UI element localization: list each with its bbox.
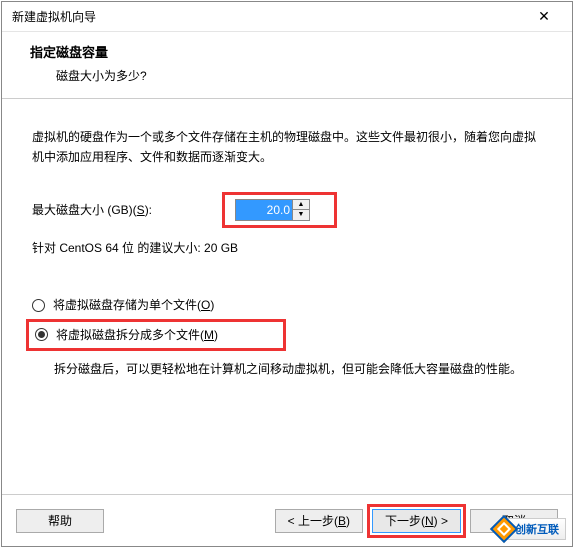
wizard-content: 虚拟机的硬盘作为一个或多个文件存储在主机的物理磁盘中。这些文件最初很小，随着您向…	[2, 99, 572, 494]
close-button[interactable]: ✕	[524, 3, 564, 31]
radio-dot-icon	[38, 331, 45, 338]
next-button[interactable]: 下一步(N) >	[372, 509, 461, 533]
header-subtitle: 磁盘大小为多少?	[30, 67, 552, 84]
wizard-header: 指定磁盘容量 磁盘大小为多少?	[2, 32, 572, 99]
disk-storage-options: 将虚拟磁盘存储为单个文件(O) 将虚拟磁盘拆分成多个文件(M)	[32, 292, 542, 351]
help-button[interactable]: 帮助	[16, 509, 104, 533]
wizard-window: 新建虚拟机向导 ✕ 指定磁盘容量 磁盘大小为多少? 虚拟机的硬盘作为一个或多个文…	[1, 1, 573, 547]
spinner-up-icon[interactable]: ▲	[293, 200, 309, 210]
description-text: 虚拟机的硬盘作为一个或多个文件存储在主机的物理磁盘中。这些文件最初很小，随着您向…	[32, 127, 542, 168]
disk-size-row: 最大磁盘大小 (GB)(S): ▲ ▼	[32, 192, 542, 228]
cancel-button[interactable]: 取消	[470, 509, 558, 533]
header-title: 指定磁盘容量	[30, 42, 552, 61]
spinner-buttons: ▲ ▼	[292, 200, 309, 220]
close-icon: ✕	[538, 8, 550, 25]
window-title: 新建虚拟机向导	[12, 8, 96, 25]
titlebar: 新建虚拟机向导 ✕	[2, 2, 572, 32]
radio-icon-selected[interactable]	[35, 328, 48, 341]
wizard-footer: 帮助 < 上一步(B) 下一步(N) > 取消 创新互联	[2, 494, 572, 546]
disk-size-highlight: ▲ ▼	[222, 192, 337, 228]
back-button-label: < 上一步(B)	[288, 512, 350, 529]
help-button-label: 帮助	[48, 512, 72, 529]
next-button-highlight: 下一步(N) >	[367, 504, 466, 538]
cancel-button-label: 取消	[502, 512, 526, 529]
radio-split-label: 将虚拟磁盘拆分成多个文件(M)	[56, 325, 218, 345]
radio-split-file[interactable]: 将虚拟磁盘拆分成多个文件(M)	[26, 319, 286, 351]
disk-size-spinner[interactable]: ▲ ▼	[235, 199, 310, 221]
recommended-size-text: 针对 CentOS 64 位 的建议大小: 20 GB	[32, 238, 542, 258]
spinner-down-icon[interactable]: ▼	[293, 210, 309, 220]
radio-single-file[interactable]: 将虚拟磁盘存储为单个文件(O)	[32, 292, 542, 318]
radio-single-label: 将虚拟磁盘存储为单个文件(O)	[53, 295, 214, 315]
next-button-label: 下一步(N) >	[385, 512, 448, 529]
split-description: 拆分磁盘后，可以更轻松地在计算机之间移动虚拟机，但可能会降低大容量磁盘的性能。	[32, 359, 542, 379]
back-button[interactable]: < 上一步(B)	[275, 509, 363, 533]
radio-icon-unselected[interactable]	[32, 299, 45, 312]
disk-size-label: 最大磁盘大小 (GB)(S):	[32, 200, 222, 220]
disk-size-input[interactable]	[236, 200, 292, 220]
